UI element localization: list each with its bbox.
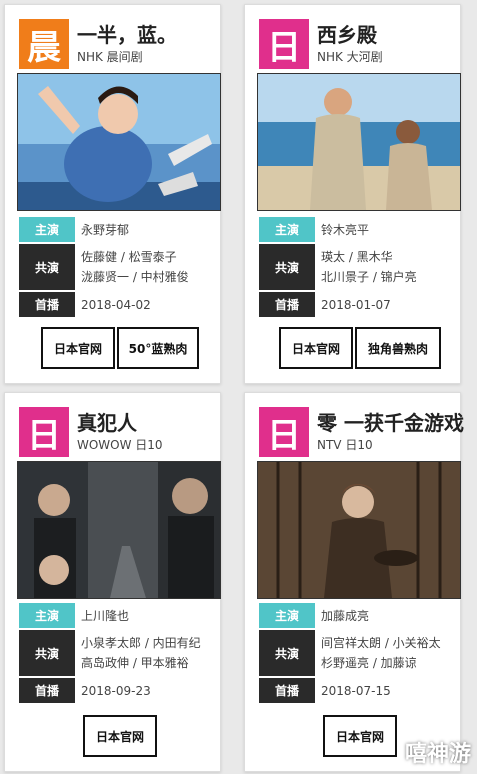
leads-row: 主演 永野芽郁: [19, 217, 220, 242]
poster-image: [17, 461, 221, 599]
leads-value: 铃木亮平: [321, 222, 370, 237]
leads-label: 主演: [19, 603, 75, 628]
cast-value: 佐藤健 / 松雪泰子 泷藤贤一 / 中村雅俊: [75, 244, 220, 290]
cast-line: 佐藤健 / 松雪泰子: [81, 250, 177, 264]
drama-card: 晨 一半，蓝。 NHK 晨间剧 主演 永野芽郁 共演 佐藤健 / 松雪泰子 泷藤…: [4, 4, 221, 384]
cast-row: 共演 间宫祥太朗 / 小关裕太 杉野遥亮 / 加藤谅: [259, 630, 460, 676]
leads-label: 主演: [19, 217, 75, 242]
official-site-button[interactable]: 日本官网: [279, 327, 353, 369]
premiere-date: 2018-01-07: [321, 297, 391, 312]
card-header: 日 西乡殿 NHK 大河剧: [245, 5, 460, 73]
card-header: 日 零 一获千金游戏 NTV 日10: [245, 393, 464, 461]
cast-label: 共演: [259, 244, 315, 290]
premiere-row: 首播 2018-01-07: [259, 292, 460, 317]
premiere-label: 首播: [19, 292, 75, 317]
network-label: WOWOW 日10: [77, 438, 163, 452]
premiere-label: 首播: [19, 678, 75, 703]
official-site-button[interactable]: 日本官网: [323, 715, 397, 757]
premiere-row: 首播 2018-04-02: [19, 292, 220, 317]
watermark: 嘻神游: [404, 742, 471, 767]
cast-row: 共演 瑛太 / 黑木华 北川景子 / 锦户亮: [259, 244, 460, 290]
leads-value: 上川隆也: [81, 608, 130, 623]
poster-image: [257, 461, 461, 599]
drama-card: 日 西乡殿 NHK 大河剧 主演 铃木亮平 共演 瑛太 / 黑木华 北川景子 /…: [244, 4, 461, 384]
category-badge: 日: [259, 19, 309, 69]
leads-value: 永野芽郁: [81, 222, 130, 237]
drama-title: 真犯人: [77, 411, 137, 435]
cast-label: 共演: [259, 630, 315, 676]
subtitle-group-button[interactable]: 独角兽熟肉: [355, 327, 441, 369]
card-header: 日 真犯人 WOWOW 日10: [5, 393, 220, 461]
network-label: NTV 日10: [317, 438, 373, 452]
cast-line: 小泉孝太郎 / 内田有纪: [81, 636, 201, 650]
poster-image: [17, 73, 221, 211]
premiere-date: 2018-09-23: [81, 683, 151, 698]
drama-card: 日 真犯人 WOWOW 日10 主演 上川隆也 共演 小泉孝太郎 / 内田有纪 …: [4, 392, 221, 772]
cast-line: 高岛政伸 / 甲本雅裕: [81, 656, 189, 670]
premiere-label: 首播: [259, 292, 315, 317]
poster-image: [257, 73, 461, 211]
leads-row: 主演 上川隆也: [19, 603, 220, 628]
leads-value: 加藤成亮: [321, 608, 370, 623]
leads-label: 主演: [259, 217, 315, 242]
leads-row: 主演 加藤成亮: [259, 603, 460, 628]
drama-title: 零 一获千金游戏: [317, 411, 464, 435]
cast-line: 瑛太 / 黑木华: [321, 250, 393, 264]
card-header: 晨 一半，蓝。 NHK 晨间剧: [5, 5, 220, 73]
category-badge: 晨: [19, 19, 69, 69]
cast-row: 共演 小泉孝太郎 / 内田有纪 高岛政伸 / 甲本雅裕: [19, 630, 220, 676]
leads-label: 主演: [259, 603, 315, 628]
leads-row: 主演 铃木亮平: [259, 217, 460, 242]
cast-line: 杉野遥亮 / 加藤谅: [321, 656, 417, 670]
cast-value: 瑛太 / 黑木华 北川景子 / 锦户亮: [315, 244, 460, 290]
cast-row: 共演 佐藤健 / 松雪泰子 泷藤贤一 / 中村雅俊: [19, 244, 220, 290]
category-badge: 日: [259, 407, 309, 457]
premiere-date: 2018-04-02: [81, 297, 151, 312]
cast-value: 小泉孝太郎 / 内田有纪 高岛政伸 / 甲本雅裕: [75, 630, 220, 676]
drama-title: 西乡殿: [317, 23, 377, 47]
cast-line: 泷藤贤一 / 中村雅俊: [81, 270, 189, 284]
cast-line: 北川景子 / 锦户亮: [321, 270, 417, 284]
network-label: NHK 大河剧: [317, 50, 383, 64]
cast-value: 间宫祥太朗 / 小关裕太 杉野遥亮 / 加藤谅: [315, 630, 460, 676]
official-site-button[interactable]: 日本官网: [41, 327, 115, 369]
cast-label: 共演: [19, 244, 75, 290]
drama-card: 日 零 一获千金游戏 NTV 日10 主演 加藤成亮 共演 间宫祥太朗 / 小关…: [244, 392, 464, 772]
premiere-row: 首播 2018-07-15: [259, 678, 460, 703]
cast-line: 间宫祥太朗 / 小关裕太: [321, 636, 441, 650]
network-label: NHK 晨间剧: [77, 50, 143, 64]
premiere-date: 2018-07-15: [321, 683, 391, 698]
cast-label: 共演: [19, 630, 75, 676]
subtitle-group-button[interactable]: 50°蓝熟肉: [117, 327, 199, 369]
drama-title: 一半，蓝。: [77, 23, 177, 47]
category-badge: 日: [19, 407, 69, 457]
premiere-row: 首播 2018-09-23: [19, 678, 220, 703]
official-site-button[interactable]: 日本官网: [83, 715, 157, 757]
premiere-label: 首播: [259, 678, 315, 703]
